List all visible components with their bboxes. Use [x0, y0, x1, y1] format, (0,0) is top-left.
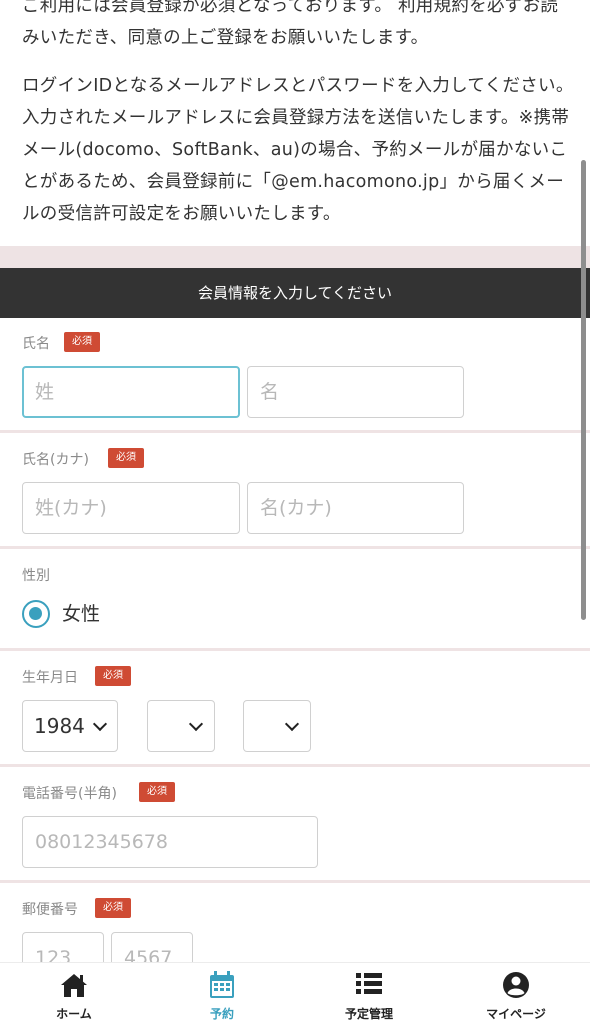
- phone-input[interactable]: 08012345678: [22, 816, 318, 868]
- last-name-input[interactable]: 姓: [22, 366, 240, 418]
- intro-section: ご利用には会員登録が必須となっております。 利用規約を必ずお読みいただき、同意の…: [0, 0, 590, 246]
- divider: [0, 764, 590, 767]
- chevron-down-icon: [92, 716, 108, 732]
- required-badge: 必須: [139, 782, 175, 802]
- birth-day-select[interactable]: [243, 700, 311, 752]
- birth-year-select[interactable]: 1984: [22, 700, 118, 752]
- tab-schedule-label: 予定管理: [344, 1007, 393, 1021]
- chevron-down-icon: [188, 716, 204, 732]
- phone-label: 電話番号(半角): [22, 786, 117, 802]
- tab-reserve-label: 予約: [209, 1007, 234, 1021]
- birth-month-select[interactable]: [147, 700, 215, 752]
- tab-mypage-label: マイページ: [486, 1007, 546, 1021]
- bottom-tab-bar: ホーム 予約 予定管理 マイページ: [0, 962, 590, 1025]
- divider: [0, 880, 590, 883]
- divider: [0, 648, 590, 651]
- user-icon: [503, 972, 529, 998]
- required-badge: 必須: [64, 332, 100, 352]
- tab-schedule[interactable]: 予定管理: [295, 963, 443, 1025]
- gender-label: 性別: [22, 568, 50, 584]
- list-icon: [356, 973, 382, 994]
- divider: [0, 430, 590, 433]
- intro-paragraph-2: ログインIDとなるメールアドレスとパスワードを入力してください。入力されたメール…: [22, 76, 574, 224]
- name-label: 氏名: [22, 336, 50, 352]
- birth-year-value: 1984: [34, 714, 85, 738]
- tab-reserve[interactable]: 予約: [148, 963, 296, 1025]
- chevron-down-icon: [284, 716, 300, 732]
- divider: [0, 546, 590, 549]
- required-badge: 必須: [108, 448, 144, 468]
- form-header: 会員情報を入力してください: [0, 268, 590, 318]
- home-icon: [61, 974, 87, 997]
- required-badge: 必須: [95, 898, 131, 918]
- section-separator: [0, 246, 590, 268]
- intro-paragraph-1: ご利用には会員登録が必須となっております。 利用規約を必ずお読みいただき、同意の…: [22, 0, 559, 48]
- last-name-kana-input[interactable]: 姓(カナ): [22, 482, 240, 534]
- gender-radio-female[interactable]: [22, 600, 50, 628]
- tab-home[interactable]: ホーム: [0, 963, 148, 1025]
- required-badge: 必須: [95, 666, 131, 686]
- scrollbar[interactable]: [581, 160, 586, 620]
- postal-label: 郵便番号: [22, 902, 78, 918]
- tab-home-label: ホーム: [56, 1007, 92, 1021]
- calendar-icon: [210, 971, 234, 998]
- tab-mypage[interactable]: マイページ: [442, 963, 590, 1025]
- first-name-input[interactable]: 名: [247, 366, 464, 418]
- kana-label: 氏名(カナ): [22, 452, 89, 468]
- first-name-kana-input[interactable]: 名(カナ): [247, 482, 464, 534]
- birthday-label: 生年月日: [22, 670, 78, 686]
- radio-selected-dot: [29, 607, 42, 620]
- gender-option-label[interactable]: 女性: [62, 598, 100, 630]
